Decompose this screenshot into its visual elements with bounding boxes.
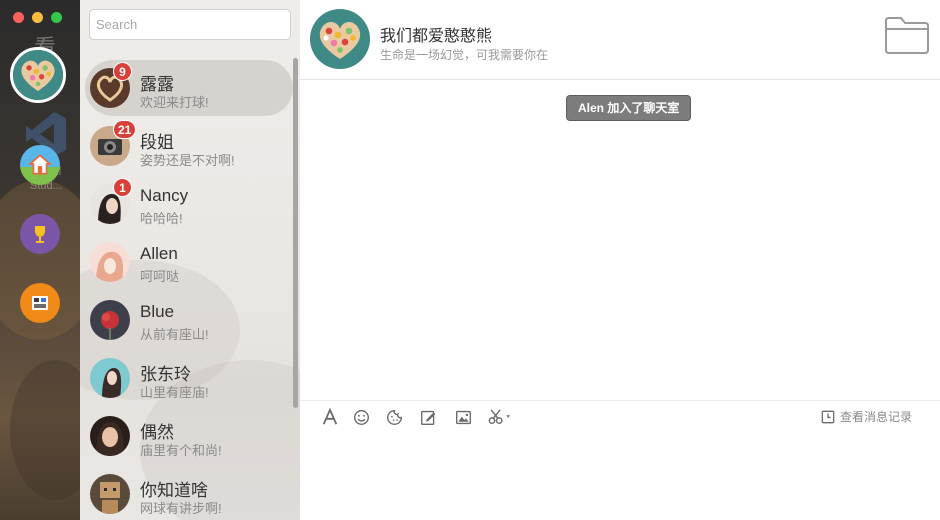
minimize-window-button[interactable] — [32, 12, 43, 23]
flower-avatar-icon — [90, 300, 130, 340]
house-icon — [28, 154, 52, 175]
scissors-icon[interactable] — [486, 407, 516, 427]
chat-header: 我们都爱憨憨熊 生命是一场幻觉，可我需要你在 — [300, 0, 940, 80]
contact-avatar — [90, 474, 130, 514]
message-history-button[interactable]: 查看消息记录 — [821, 408, 912, 425]
search-input[interactable] — [89, 9, 291, 40]
contact-last-message: 姿势还是不对啊! — [140, 153, 235, 168]
contact-last-message: 呵呵哒 — [140, 269, 180, 284]
chat-title: 我们都爱憨憨熊 — [380, 28, 493, 45]
unread-badge: 1 — [113, 178, 132, 197]
chat-subtitle: 生命是一场幻觉，可我需要你在 — [380, 48, 549, 62]
font-glyph — [322, 408, 338, 425]
emoji-icon[interactable] — [351, 407, 371, 427]
edit-glyph — [420, 410, 435, 425]
film-app-icon[interactable] — [20, 283, 60, 323]
unread-badge: 9 — [113, 62, 132, 81]
contact-item[interactable]: Allen 呵呵哒 — [85, 234, 293, 290]
contact-last-message: 庙里有个和尚! — [140, 443, 222, 458]
contact-list-panel: 9 露露 欢迎来打球! 21 段姐 姿势还是不对啊! 1 Nancy 哈哈哈! — [80, 0, 300, 520]
contact-name: Allen — [140, 244, 178, 263]
film-board-icon — [32, 296, 48, 310]
trophy-app-icon[interactable] — [20, 214, 60, 254]
contact-avatar — [90, 300, 130, 340]
message-input-area[interactable] — [300, 432, 940, 520]
cardboard-robot-avatar-icon — [90, 474, 130, 514]
user-avatar[interactable] — [10, 47, 66, 103]
message-toolbar: 查看消息记录 — [300, 400, 940, 432]
history-icon — [821, 410, 835, 423]
contact-last-message: 网球有讲步啊! — [140, 501, 222, 516]
smile-glyph — [353, 409, 369, 425]
contact-avatar — [90, 416, 130, 456]
contact-avatar — [90, 358, 130, 398]
maximize-window-button[interactable] — [51, 12, 62, 23]
image-glyph — [455, 410, 471, 424]
image-icon[interactable] — [453, 407, 473, 427]
contact-last-message: 山里有座庙! — [140, 385, 209, 400]
contact-item[interactable]: 1 Nancy 哈哈哈! — [85, 176, 293, 232]
contact-name: Nancy — [140, 186, 189, 205]
contact-last-message: 哈哈哈! — [140, 211, 183, 226]
portrait-avatar-icon — [90, 358, 130, 398]
app-dock: 看 al Stud... — [0, 0, 80, 520]
contact-item[interactable]: 偶然 庙里有个和尚! — [85, 408, 293, 464]
chat-panel: 我们都爱憨憨熊 生命是一场幻觉，可我需要你在 Alen 加入了聊天室 查看消息记… — [300, 0, 940, 520]
contact-item[interactable]: 9 露露 欢迎来打球! — [85, 60, 293, 116]
contact-item[interactable]: Blue 从前有座山! — [85, 292, 293, 348]
history-label: 查看消息记录 — [840, 410, 913, 424]
contact-item[interactable]: 你知道啥 网球有讲步啊! — [85, 466, 293, 520]
portrait-avatar-icon — [90, 416, 130, 456]
contact-item[interactable]: 张东玲 山里有座庙! — [85, 350, 293, 406]
unread-badge: 21 — [113, 120, 137, 139]
trophy-icon — [35, 226, 45, 243]
room-avatar[interactable] — [310, 9, 370, 69]
system-message: Alen 加入了聊天室 — [566, 95, 692, 121]
contact-name: Blue — [140, 302, 175, 321]
edit-icon[interactable] — [418, 407, 438, 427]
scissors-dropdown-glyph — [488, 409, 510, 425]
contact-item[interactable]: 21 段姐 姿势还是不对啊! — [85, 118, 293, 174]
portrait-avatar-icon — [90, 242, 130, 282]
heart-candy-avatar-icon — [13, 50, 63, 100]
cookie-glyph — [386, 409, 402, 425]
close-window-button[interactable] — [13, 12, 24, 23]
contact-avatar — [90, 242, 130, 282]
contact-list-scrollbar[interactable] — [293, 58, 298, 408]
heart-candy-avatar-icon — [310, 9, 370, 69]
home-app-icon[interactable] — [20, 145, 60, 185]
dock-background-shadow — [10, 360, 80, 500]
contact-last-message: 欢迎来打球! — [140, 95, 209, 110]
folder-icon[interactable] — [884, 15, 930, 55]
font-icon[interactable] — [320, 407, 340, 427]
contact-last-message: 从前有座山! — [140, 327, 209, 342]
sticker-icon[interactable] — [384, 407, 404, 427]
